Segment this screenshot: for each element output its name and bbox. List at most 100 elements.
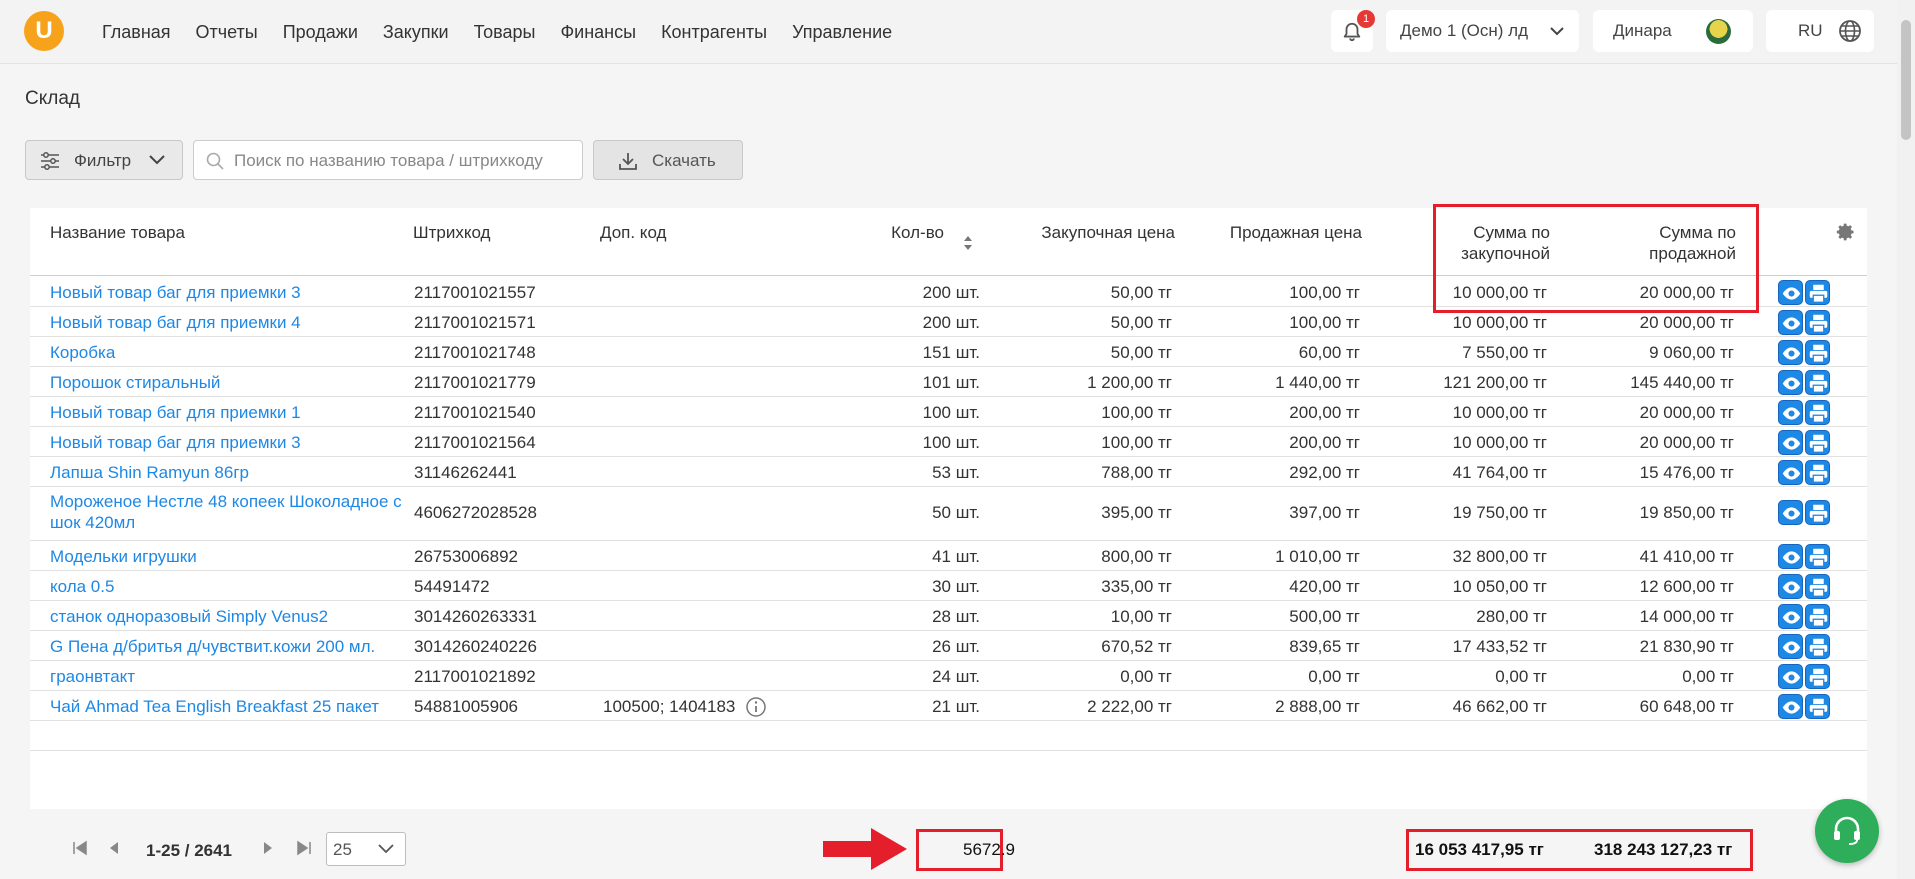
table-row: Коробка 2117001021748 151 шт. 50,00 тг 60,00… — [30, 337, 1867, 367]
barcode-cell: 54491472 — [414, 577, 490, 596]
support-chat-button[interactable] — [1815, 799, 1879, 863]
column-header-barcode[interactable]: Штрихкод — [413, 222, 490, 243]
view-button[interactable] — [1778, 604, 1803, 629]
print-button[interactable] — [1805, 370, 1830, 395]
print-button[interactable] — [1805, 574, 1830, 599]
company-select[interactable]: Демо 1 (Осн) лд — [1386, 10, 1579, 52]
print-button[interactable] — [1805, 280, 1830, 305]
view-button[interactable] — [1778, 500, 1803, 525]
printer-icon — [1809, 374, 1828, 393]
product-name-link[interactable]: Новый товар баг для приемки 3 — [50, 282, 410, 303]
column-header-sell-sum[interactable]: Сумма по продажной — [1596, 222, 1736, 264]
print-button[interactable] — [1805, 694, 1830, 719]
sell-price-cell: 0,00 тг — [1308, 667, 1360, 686]
view-button[interactable] — [1778, 340, 1803, 365]
view-button[interactable] — [1778, 694, 1803, 719]
page-scrollbar[interactable] — [1897, 0, 1915, 879]
qty-cell: 200 шт. — [922, 313, 980, 332]
product-name-link[interactable]: Лапша Shin Ramyun 86гр — [50, 462, 410, 483]
user-menu[interactable]: Динара — [1593, 10, 1753, 52]
search-input[interactable] — [234, 149, 574, 173]
print-button[interactable] — [1805, 634, 1830, 659]
column-header-buy-price[interactable]: Закупочная цена — [1000, 222, 1175, 243]
print-button[interactable] — [1805, 460, 1830, 485]
product-name-link[interactable]: Порошок стиральный — [50, 372, 410, 393]
column-header-sell-price[interactable]: Продажная цена — [1190, 222, 1362, 243]
view-button[interactable] — [1778, 430, 1803, 455]
filter-button[interactable]: Фильтр — [25, 140, 183, 180]
product-name-link[interactable]: G Пена д/бритья д/чувствит.кожи 200 мл. — [50, 636, 410, 657]
product-name-link[interactable]: Модельки игрушки — [50, 546, 410, 567]
nav-item-finance[interactable]: Финансы — [560, 22, 636, 43]
buy-price-cell: 788,00 тг — [1101, 463, 1172, 482]
logo[interactable]: U — [24, 11, 64, 51]
qty-cell: 30 шт. — [932, 577, 980, 596]
print-button[interactable] — [1805, 340, 1830, 365]
column-header-qty[interactable]: Кол-во — [830, 222, 944, 243]
prev-page-icon[interactable] — [108, 840, 120, 856]
print-button[interactable] — [1805, 400, 1830, 425]
product-name-link[interactable]: кола 0.5 — [50, 576, 410, 597]
view-button[interactable] — [1778, 634, 1803, 659]
product-name-link[interactable]: станок одноразовый Simply Venus2 — [50, 606, 410, 627]
language-select[interactable]: RU — [1766, 10, 1874, 52]
notifications-button[interactable]: 1 — [1331, 10, 1375, 52]
next-page-icon[interactable] — [262, 840, 274, 856]
print-button[interactable] — [1805, 430, 1830, 455]
nav-item-reports[interactable]: Отчеты — [196, 22, 258, 43]
gear-icon[interactable] — [1836, 222, 1856, 242]
product-name-link[interactable]: граонвтакт — [50, 666, 410, 687]
buy-sum-cell: 46 662,00 тг — [1452, 697, 1547, 716]
column-header-extra-code[interactable]: Доп. код — [600, 222, 666, 243]
column-header-name[interactable]: Название товара — [50, 222, 185, 243]
eye-icon — [1782, 641, 1801, 654]
print-button[interactable] — [1805, 604, 1830, 629]
buy-sum-line2: закупочной — [1461, 244, 1550, 263]
product-name-link[interactable]: Новый товар баг для приемки 1 — [50, 402, 410, 423]
buy-sum-cell: 10 000,00 тг — [1452, 313, 1547, 332]
view-button[interactable] — [1778, 310, 1803, 335]
qty-cell: 200 шт. — [922, 283, 980, 302]
nav-item-home[interactable]: Главная — [102, 22, 171, 43]
qty-cell: 50 шт. — [932, 503, 980, 522]
column-header-buy-sum[interactable]: Сумма по закупочной — [1410, 222, 1550, 264]
print-button[interactable] — [1805, 500, 1830, 525]
nav-item-purchases[interactable]: Закупки — [383, 22, 449, 43]
view-button[interactable] — [1778, 370, 1803, 395]
download-button[interactable]: Скачать — [593, 140, 743, 180]
per-page-select[interactable]: 25 — [326, 832, 406, 866]
chevron-down-icon — [149, 155, 165, 165]
nav-item-sales[interactable]: Продажи — [283, 22, 358, 43]
first-page-icon[interactable] — [72, 840, 88, 856]
product-name-link[interactable]: Коробка — [50, 342, 410, 363]
product-name-link[interactable]: Новый товар баг для приемки 4 — [50, 312, 410, 333]
info-icon[interactable] — [745, 696, 767, 723]
product-name-link[interactable]: Новый товар баг для приемки 3 — [50, 432, 410, 453]
view-button[interactable] — [1778, 544, 1803, 569]
qty-cell: 24 шт. — [932, 667, 980, 686]
print-button[interactable] — [1805, 310, 1830, 335]
product-name-link[interactable]: Мороженое Нестле 48 копеек Шоколадное с … — [50, 491, 410, 533]
print-button[interactable] — [1805, 544, 1830, 569]
product-name-link[interactable]: Чай Ahmad Tea English Breakfast 25 пакет — [50, 696, 410, 717]
nav-item-products[interactable]: Товары — [474, 22, 536, 43]
sell-sum-line1: Сумма по — [1659, 223, 1736, 242]
pagination-range: 1-25 / 2641 — [146, 841, 233, 860]
nav-item-management[interactable]: Управление — [792, 22, 892, 43]
last-page-icon[interactable] — [296, 840, 312, 856]
nav-item-contractors[interactable]: Контрагенты — [661, 22, 767, 43]
barcode-cell: 2117001021748 — [414, 343, 536, 362]
sort-icon[interactable] — [962, 234, 974, 252]
view-button[interactable] — [1778, 400, 1803, 425]
search-box — [193, 140, 583, 180]
headset-icon — [1834, 816, 1860, 845]
view-button[interactable] — [1778, 280, 1803, 305]
globe-icon — [1839, 20, 1861, 42]
scrollbar-thumb[interactable] — [1901, 20, 1911, 140]
view-button[interactable] — [1778, 664, 1803, 689]
view-button[interactable] — [1778, 574, 1803, 599]
printer-icon — [1809, 608, 1828, 627]
print-button[interactable] — [1805, 664, 1830, 689]
printer-icon — [1809, 434, 1828, 453]
view-button[interactable] — [1778, 460, 1803, 485]
